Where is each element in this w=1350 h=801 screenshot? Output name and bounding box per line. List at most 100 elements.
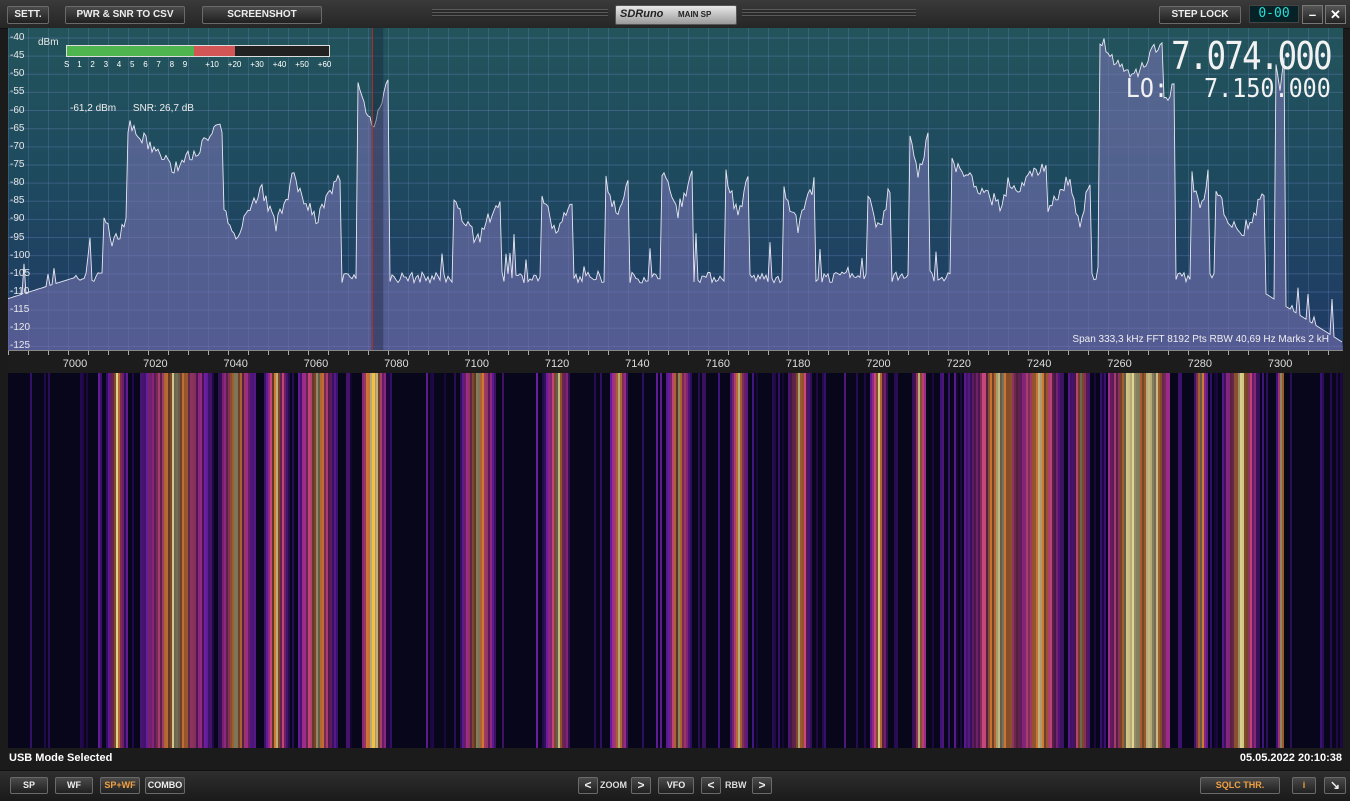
axis-tick [1108,351,1109,355]
axis-tick [508,351,509,355]
close-icon[interactable]: ✕ [1325,5,1346,24]
frequency-tick-label: 7120 [544,358,570,370]
waterfall-column [886,373,888,748]
s-meter-tick: 7 [156,60,161,69]
waterfall-column [1266,373,1268,748]
frequency-tick-label: 7000 [62,358,88,370]
s-meter-tick: S [64,60,70,69]
waterfall-column [292,373,294,748]
waterfall-column [924,373,926,748]
waterfall-column [756,373,758,748]
waterfall-column [1210,373,1212,748]
rbw-up-icon[interactable]: > [752,777,772,794]
waterfall-column [656,373,658,748]
waterfall-display[interactable] [8,373,1343,748]
waterfall-column [536,373,538,748]
axis-tick [148,351,149,355]
axis-tick [1168,351,1169,355]
info-icon[interactable]: i [1292,777,1316,794]
snr-value: SNR: 26,7 dB [132,103,194,114]
waterfall-column [1282,373,1284,748]
waterfall-column [1216,373,1218,748]
axis-tick [448,351,449,355]
frequency-tick-label: 7280 [1187,358,1213,370]
axis-tick [1328,351,1329,355]
axis-tick [528,351,529,355]
axis-tick [1128,351,1129,355]
waterfall-column [1180,373,1182,748]
wf-button[interactable]: WF [55,777,93,794]
panel-title: SDRuno MAIN SP [615,5,737,25]
axis-tick [488,351,489,355]
frequency-tick-label: 7040 [223,358,248,370]
s-meter-tick: +10 [205,60,219,69]
sp-button[interactable]: SP [10,777,48,794]
waterfall-column [1094,373,1096,748]
sp-wf-button[interactable]: SP+WF [100,777,140,794]
vfo-frequency[interactable]: 7.074.000 [1171,34,1332,78]
axis-tick [788,351,789,355]
top-toolbar: SETT. PWR & SNR TO CSV SCREENSHOT SDRuno… [0,0,1350,29]
axis-tick [1208,351,1209,355]
rbw-label: RBW [725,780,747,790]
resize-icon[interactable]: ↘ [1324,777,1346,794]
status-bar: USB Mode Selected 05.05.2022 20:10:38 [0,748,1350,768]
lo-frequency[interactable]: 7.150.000 [1204,74,1331,104]
waterfall-column [444,373,446,748]
waterfall-column [132,373,134,748]
waterfall-column [782,373,784,748]
waterfall-column [594,373,596,748]
y-tick-label: -115 [10,304,30,316]
axis-tick [908,351,909,355]
drag-grip-right[interactable] [742,9,916,18]
spectrum-display[interactable]: -40 -45 -50 -55 -60 -65 -70 -75 -80 -85 -90 -95 -100… [8,28,1343,350]
drag-grip-left[interactable] [432,9,608,18]
waterfall-column [494,373,496,748]
combo-button[interactable]: COMBO [145,777,185,794]
s-meter-tick: 5 [130,60,135,69]
y-tick-label: -95 [10,231,25,243]
waterfall-column [86,373,88,748]
pwr-snr-csv-button[interactable]: PWR & SNR TO CSV [65,6,185,24]
y-tick-label: -40 [10,32,25,43]
vfo-button[interactable]: VFO [658,777,694,794]
waterfall-column [704,373,706,748]
waterfall-column [774,373,776,748]
axis-tick [288,351,289,355]
rbw-down-icon[interactable]: < [701,777,721,794]
panel-name: MAIN SP [678,10,712,19]
y-tick-label: -125 [10,340,31,350]
waterfall-column [844,373,846,748]
s-meter-green [67,46,195,56]
axis-tick [308,351,309,355]
zoom-out-icon[interactable]: < [578,777,598,794]
axis-tick [668,351,669,355]
axis-tick [968,351,969,355]
waterfall-column [810,373,812,748]
waterfall-column [502,373,504,748]
y-tick-label: -105 [10,267,31,279]
axis-tick [828,351,829,355]
step-lock-button[interactable]: STEP LOCK [1159,6,1241,24]
axis-tick [348,351,349,355]
screenshot-button[interactable]: SCREENSHOT [202,6,322,24]
minimize-icon[interactable]: – [1302,5,1323,24]
y-tick-label: -70 [10,140,25,152]
settings-button[interactable]: SETT. [7,6,49,24]
frequency-axis[interactable]: 7000 7020 7040 7060 7080 7100 7120 7140 7160 7180… [8,350,1343,373]
axis-tick [268,351,269,355]
y-tick-label: -65 [10,122,25,134]
waterfall-column [126,373,128,748]
waterfall-column [1322,373,1324,748]
s-meter-tick: 6 [143,60,148,69]
axis-tick [388,351,389,355]
waterfall-column [1062,373,1064,748]
sqlc-threshold-button[interactable]: SQLC THR. [1200,777,1280,794]
axis-tick [48,351,49,355]
zoom-in-icon[interactable]: > [631,777,651,794]
frequency-tick-label: 7020 [143,358,168,370]
waterfall-column [600,373,602,748]
axis-tick [708,351,709,355]
waterfall-column [48,373,50,748]
waterfall-column [82,373,84,748]
